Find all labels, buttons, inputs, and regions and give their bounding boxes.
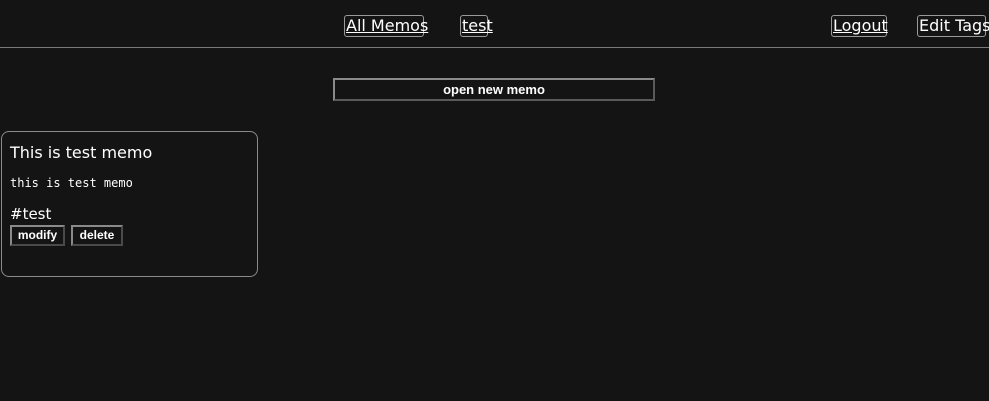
memo-body: this is test memo	[10, 176, 133, 190]
edit-tags-link[interactable]: Edit Tags	[917, 15, 989, 37]
open-new-memo-button[interactable]: open new memo	[333, 78, 655, 101]
memo-title: This is test memo	[10, 143, 153, 162]
memo-card: This is test memo this is test memo #tes…	[1, 131, 258, 277]
top-navigation-bar: All Memos test Logout Edit Tags	[0, 0, 989, 48]
logout-link[interactable]: Logout	[831, 15, 888, 37]
delete-memo-button[interactable]: delete	[71, 225, 123, 246]
nav-link-all-memos[interactable]: All Memos	[344, 15, 428, 37]
memo-tag[interactable]: #test	[10, 205, 51, 223]
nav-link-test-tag[interactable]: test	[460, 15, 493, 37]
modify-memo-button[interactable]: modify	[10, 225, 65, 246]
